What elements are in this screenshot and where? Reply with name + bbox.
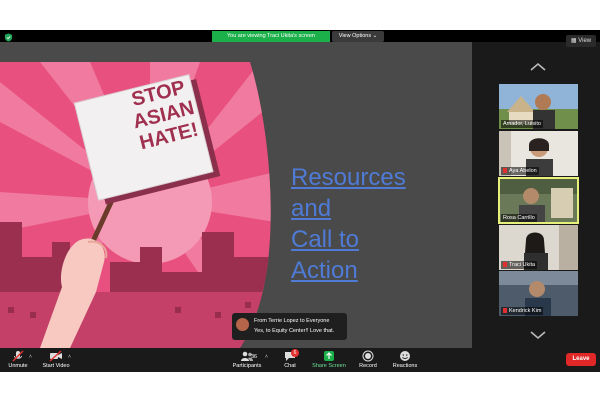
muted-mic-icon (503, 168, 507, 174)
record-icon (362, 350, 374, 362)
muted-mic-icon (503, 308, 507, 314)
participant-tile-active-speaker[interactable]: Rosa Carrillo (498, 177, 579, 224)
chevron-up-icon[interactable] (529, 62, 547, 72)
slide-link-and[interactable]: and (291, 193, 461, 224)
muted-microphone-icon (12, 350, 24, 362)
start-video-button[interactable]: Start Video (41, 350, 71, 369)
participant-tile[interactable]: Aya Abelon (499, 131, 578, 176)
video-off-icon (49, 350, 62, 362)
participant-name: Rosa Carrillo (501, 214, 537, 222)
reactions-button[interactable]: Reactions (390, 350, 420, 369)
participant-tile[interactable]: Traci Ukita (499, 225, 578, 270)
participant-tile[interactable]: Kendrick Kim (499, 271, 578, 316)
audio-options-caret[interactable]: ˄ (29, 354, 32, 360)
record-button[interactable]: Record (356, 350, 380, 369)
share-screen-button[interactable]: Share Screen (310, 350, 348, 369)
grid-icon: ▦ (570, 38, 577, 44)
meeting-toolbar (0, 348, 600, 372)
participants-button[interactable]: Participants (230, 350, 264, 369)
video-options-caret[interactable]: ˄ (68, 354, 71, 360)
participant-name: Amador, Luisito (501, 120, 543, 128)
view-button[interactable]: ▦ View (566, 35, 596, 47)
shared-screen: STOP ASIAN HATE! Resources and Call to A… (0, 42, 472, 348)
participant-name: Kendrick Kim (501, 307, 544, 315)
avatar (236, 318, 249, 331)
participant-name: Aya Abelon (501, 167, 539, 175)
slide-link-resources[interactable]: Resources (291, 162, 461, 193)
muted-mic-icon (503, 262, 507, 268)
viewing-screen-banner: You are viewing Traci Ukita's screen (212, 31, 330, 42)
slide-link-block[interactable]: Resources and Call to Action (291, 162, 461, 286)
participants-options-caret[interactable]: ˄ (265, 354, 268, 360)
smiley-icon (400, 351, 410, 361)
shield-icon[interactable] (4, 33, 13, 42)
chat-unread-badge: 6 (291, 349, 299, 357)
share-screen-icon (324, 351, 334, 361)
leave-button[interactable]: Leave (566, 353, 596, 366)
chat-message: Yes, to Equity Center!! Love that. (254, 328, 335, 334)
unmute-button[interactable]: Unmute (6, 350, 30, 369)
chat-notification[interactable]: From Terrie Lopez to Everyone Yes, to Eq… (232, 313, 347, 340)
chat-sender: From Terrie Lopez to Everyone (254, 318, 330, 324)
view-options-button[interactable]: View Options ⌄ (332, 31, 384, 42)
chevron-down-icon[interactable] (529, 330, 547, 340)
participant-name: Traci Ukita (501, 261, 538, 269)
slide-link-call-to[interactable]: Call to (291, 224, 461, 255)
participant-tile[interactable]: Amador, Luisito (499, 84, 578, 129)
slide-link-action[interactable]: Action (291, 255, 461, 286)
participants-count: 36 (251, 354, 258, 360)
